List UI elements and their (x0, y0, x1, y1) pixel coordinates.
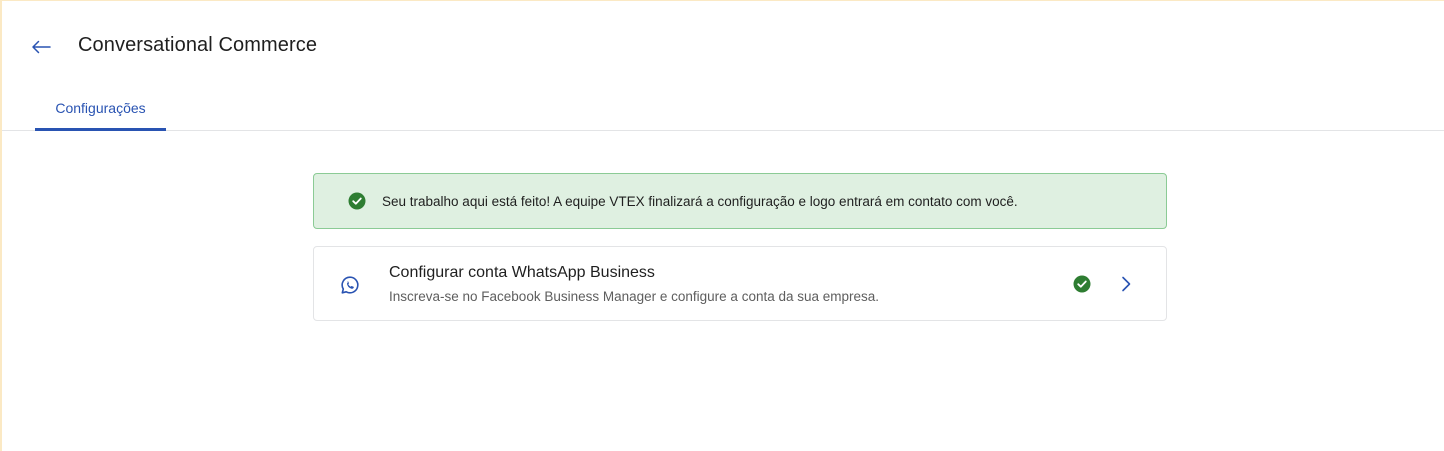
page-title: Conversational Commerce (78, 34, 318, 56)
whatsapp-icon (340, 275, 360, 295)
arrow-left-icon (32, 40, 51, 54)
chevron-right-icon[interactable] (1116, 273, 1136, 295)
card-description: Inscreva-se no Facebook Business Manager… (389, 289, 880, 304)
app-frame: Conversational Commerce Configurações Se… (0, 0, 1444, 451)
tab-configuracoes[interactable]: Configurações (35, 87, 166, 131)
alert-message: Seu trabalho aqui está feito! A equipe V… (382, 193, 1018, 209)
card-title: Configurar conta WhatsApp Business (389, 264, 655, 281)
check-circle-icon (1073, 275, 1091, 293)
check-circle-icon (348, 192, 366, 210)
success-alert: Seu trabalho aqui está feito! A equipe V… (313, 173, 1167, 229)
back-button[interactable] (29, 35, 53, 59)
whatsapp-setup-card[interactable]: Configurar conta WhatsApp Business Inscr… (313, 246, 1167, 321)
page-header: Conversational Commerce Configurações (2, 1, 1444, 131)
tab-label: Configurações (55, 99, 146, 116)
